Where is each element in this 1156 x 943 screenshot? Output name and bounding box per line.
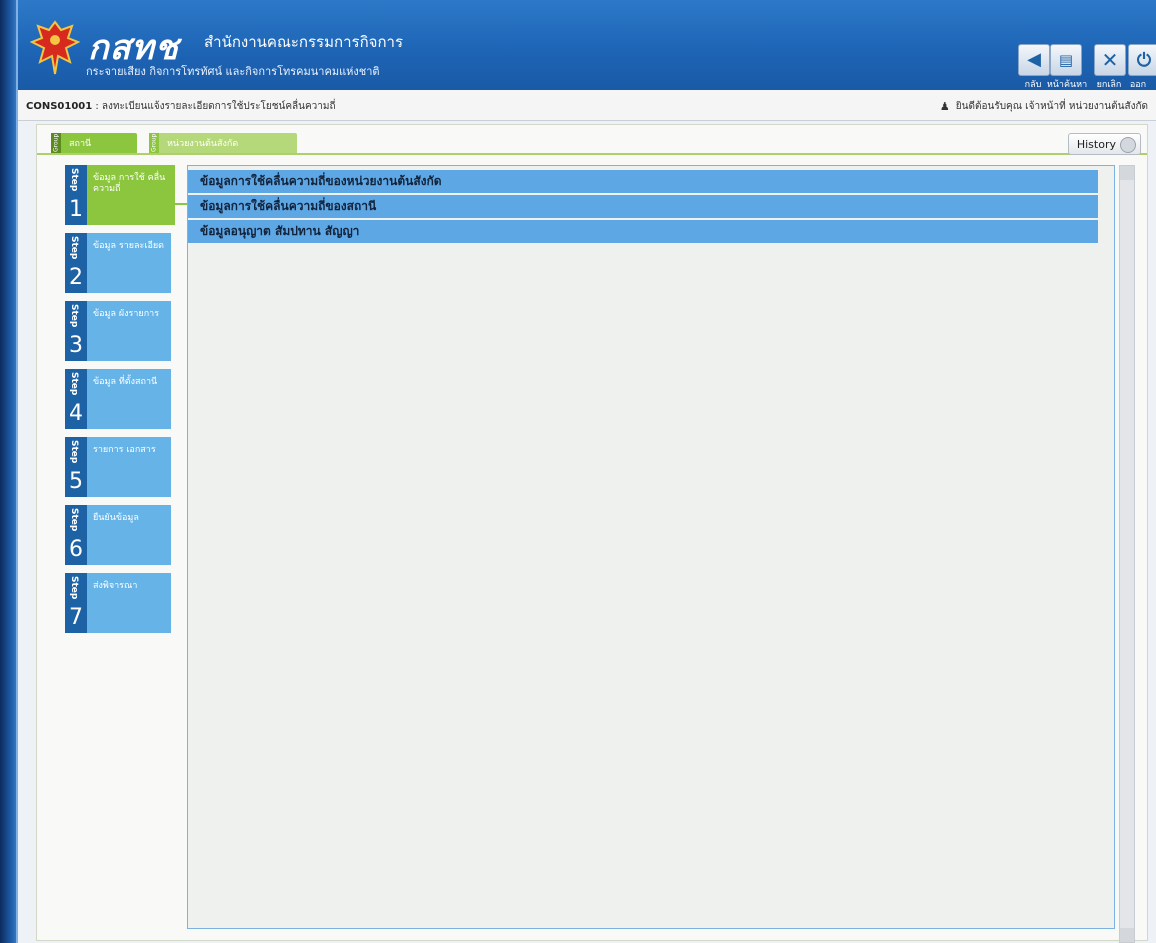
content-area: ข้อมูลการใช้คลื่นความถี่ของหน่วยงานต้นสั… xyxy=(187,165,1115,929)
section-station-frequency[interactable]: ข้อมูลการใช้คลื่นความถี่ของสถานี xyxy=(188,195,1098,218)
tab-station[interactable]: Group สถานี xyxy=(51,133,137,153)
back-arrow-icon: ◀ xyxy=(1027,49,1041,70)
active-step-pointer xyxy=(169,203,187,205)
garuda-emblem-logo xyxy=(30,20,80,75)
welcome-text: ยินดีต้อนรับคุณ เจ้าหน้าที่ หน่วยงานต้นส… xyxy=(955,101,1148,112)
search-page-icon: ▤ xyxy=(1058,51,1074,69)
step-label: ยืนยันข้อมูล xyxy=(93,513,139,523)
step-6[interactable]: Step 6 ยืนยันข้อมูล xyxy=(65,505,171,565)
tab-parent-agency-label: หน่วยงานต้นสังกัด xyxy=(167,139,239,149)
scroll-down-icon[interactable] xyxy=(1120,928,1134,942)
tab-group-tag: Group xyxy=(51,133,61,153)
step-label: รายการ เอกสาร xyxy=(93,445,156,455)
logout-button[interactable]: ⏻ xyxy=(1128,44,1156,76)
step-label: ข้อมูล ผังรายการ xyxy=(93,309,160,319)
section-license-concession[interactable]: ข้อมูลอนุญาต สัมปทาน สัญญา xyxy=(188,220,1098,243)
step-1[interactable]: Step 1 ข้อมูล การใช้ คลื่นความถี่ xyxy=(65,165,175,225)
welcome-message: ♟ ยินดีต้อนรับคุณ เจ้าหน้าที่ หน่วยงานต้… xyxy=(940,99,1148,114)
info-bar: CONS01001 : ลงทะเบียนแจ้งรายละเอียดการใช… xyxy=(18,90,1156,121)
tab-group-tag: Group xyxy=(149,133,159,153)
tab-station-label: สถานี xyxy=(69,139,92,149)
step-2[interactable]: Step 2 ข้อมูล รายละเอียด xyxy=(65,233,171,293)
step-label: ข้อมูล ที่ตั้งสถานี xyxy=(93,377,158,387)
user-icon: ♟ xyxy=(939,100,950,113)
history-label: History xyxy=(1076,137,1116,151)
back-button[interactable]: ◀ xyxy=(1018,44,1050,76)
close-icon: ✕ xyxy=(1101,48,1119,72)
history-button[interactable]: History xyxy=(1067,133,1141,155)
search-page-button[interactable]: ▤ xyxy=(1050,44,1082,76)
vertical-scrollbar[interactable] xyxy=(1119,165,1135,943)
org-subtitle: กระจายเสียง กิจการโทรทัศน์ และกิจการโทรค… xyxy=(86,65,380,78)
screen-code: CONS01001 xyxy=(26,101,93,112)
app-header: กสทช สำนักงานคณะกรรมการกิจการ กระจายเสีย… xyxy=(18,0,1156,90)
screen-title-text: : ลงทะเบียนแจ้งรายละเอียดการใช้ประโยชน์ค… xyxy=(92,101,336,112)
power-icon: ⏻ xyxy=(1136,49,1152,71)
tab-underline xyxy=(37,153,1147,155)
step-label: ข้อมูล การใช้ คลื่นความถี่ xyxy=(93,173,166,194)
step-label: ส่งพิจารณา xyxy=(93,581,138,591)
window-left-edge xyxy=(0,0,18,943)
step-3[interactable]: Step 3 ข้อมูล ผังรายการ xyxy=(65,301,171,361)
step-4[interactable]: Step 4 ข้อมูล ที่ตั้งสถานี xyxy=(65,369,171,429)
step-label: ข้อมูล รายละเอียด xyxy=(93,241,164,251)
cancel-button[interactable]: ✕ xyxy=(1094,44,1126,76)
section-parent-agency-frequency[interactable]: ข้อมูลการใช้คลื่นความถี่ของหน่วยงานต้นสั… xyxy=(188,170,1098,193)
step-7[interactable]: Step 7 ส่งพิจารณา xyxy=(65,573,171,633)
scroll-up-icon[interactable] xyxy=(1120,166,1134,180)
tab-parent-agency[interactable]: Group หน่วยงานต้นสังกัด xyxy=(149,133,297,153)
logout-label: ออก xyxy=(1129,80,1147,90)
history-clock-icon xyxy=(1120,137,1136,153)
screen-title: CONS01001 : ลงทะเบียนแจ้งรายละเอียดการใช… xyxy=(26,99,336,114)
main-panel: Group สถานี Group หน่วยงานต้นสังกัด Hist… xyxy=(36,124,1148,943)
step-5[interactable]: Step 5 รายการ เอกสาร xyxy=(65,437,171,497)
org-name: สำนักงานคณะกรรมการกิจการ xyxy=(204,33,403,51)
